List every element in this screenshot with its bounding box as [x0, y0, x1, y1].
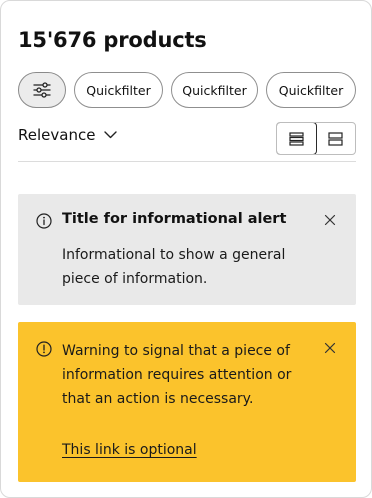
- page-title: 15'676 products: [18, 28, 207, 52]
- alert-body: Warning to signal that a piece of inform…: [62, 343, 292, 407]
- quickfilter-chip[interactable]: Quickfilter: [171, 72, 258, 108]
- list-view-button[interactable]: [277, 123, 317, 154]
- close-icon[interactable]: [324, 342, 336, 354]
- sliders-icon: [33, 82, 51, 98]
- quickfilter-chip[interactable]: Quickfilter: [266, 72, 356, 108]
- chevron-down-icon: [104, 131, 118, 139]
- quickfilter-chip[interactable]: Quickfilter: [74, 72, 163, 108]
- grid-view-icon: [328, 131, 343, 146]
- sort-dropdown[interactable]: Relevance: [18, 126, 118, 144]
- alert-title: Title for informational alert: [62, 211, 287, 227]
- info-alert: Title for informational alert Informatio…: [18, 194, 356, 305]
- warning-alert: Warning to signal that a piece of inform…: [18, 322, 356, 482]
- filter-button[interactable]: [18, 72, 66, 108]
- alert-body: Informational to show a general piece of…: [62, 247, 286, 287]
- warning-icon: [36, 341, 52, 357]
- list-view-icon: [289, 131, 304, 146]
- product-results-panel: 15'676 products Quickfilter Quickfilter …: [0, 0, 372, 498]
- divider: [18, 161, 356, 162]
- grid-view-button[interactable]: [316, 123, 356, 154]
- alert-link[interactable]: This link is optional: [62, 442, 197, 458]
- close-icon[interactable]: [324, 214, 336, 226]
- sort-label: Relevance: [18, 126, 96, 144]
- sort-row: Relevance: [18, 122, 356, 156]
- info-icon: [36, 213, 52, 229]
- view-toggle: [276, 122, 356, 155]
